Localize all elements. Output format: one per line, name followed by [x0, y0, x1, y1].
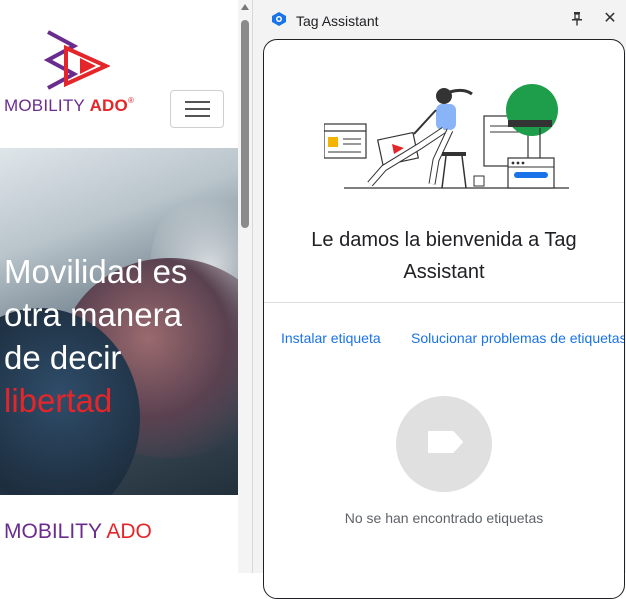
panel-title: Tag Assistant: [296, 13, 379, 29]
website-pane: MOBILITY ADO® Movilidad es otra manera d…: [0, 0, 252, 573]
welcome-line: Le damos la bienvenida a Tag: [311, 229, 577, 251]
mobility-ado-logo[interactable]: [40, 28, 110, 90]
hero-line: Movilidad es: [4, 253, 188, 290]
tag-assistant-icon: [272, 12, 286, 26]
section-divider: [264, 302, 624, 303]
empty-state-message: No se han encontrado etiquetas: [344, 510, 544, 526]
empty-state-illustration: [396, 396, 492, 492]
hamburger-menu-button[interactable]: [170, 90, 224, 128]
welcome-heading: Le damos la bienvenida a Tag Assistant: [264, 224, 624, 288]
footer-brand-main: MOBILITY: [4, 520, 107, 543]
brand-main-text: MOBILITY: [4, 96, 90, 115]
hero-line: otra manera: [4, 296, 182, 333]
menu-bar-icon: [185, 115, 210, 117]
tab-install-tag[interactable]: Instalar etiqueta: [281, 330, 381, 346]
tab-troubleshoot-tags[interactable]: Solucionar problemas de etiquetas: [411, 330, 624, 346]
hero-banner: Movilidad es otra manera de decir libert…: [0, 148, 238, 495]
panel-content-card: Le damos la bienvenida a Tag Assistant I…: [263, 39, 625, 599]
footer-brand: MOBILITY ADO: [4, 520, 152, 544]
site-header: MOBILITY ADO®: [0, 0, 238, 148]
tag-icon: [428, 431, 463, 453]
menu-bar-icon: [185, 101, 210, 103]
close-icon[interactable]: ✕: [600, 9, 620, 29]
scroll-up-arrow-icon[interactable]: [241, 4, 249, 10]
menu-bar-icon: [185, 108, 210, 110]
scrollbar-thumb[interactable]: [241, 20, 249, 228]
tag-assistant-panel: Tag Assistant ✕ Le damos la bienvenida a…: [252, 0, 626, 599]
hero-line: de decir: [4, 339, 122, 376]
panel-title-bar: Tag Assistant ✕: [253, 0, 626, 40]
brand-name: MOBILITY ADO®: [4, 96, 134, 116]
pin-icon[interactable]: [567, 9, 587, 29]
hero-headline: Movilidad es otra manera de decir libert…: [4, 250, 238, 422]
registered-mark: ®: [127, 96, 135, 105]
welcome-illustration: [324, 84, 569, 189]
brand-accent-text: ADO: [89, 96, 128, 115]
page-scrollbar[interactable]: [238, 0, 252, 573]
footer-brand-accent: ADO: [106, 520, 152, 543]
hero-line-accent: libertad: [4, 382, 113, 419]
welcome-line: Assistant: [403, 261, 485, 283]
